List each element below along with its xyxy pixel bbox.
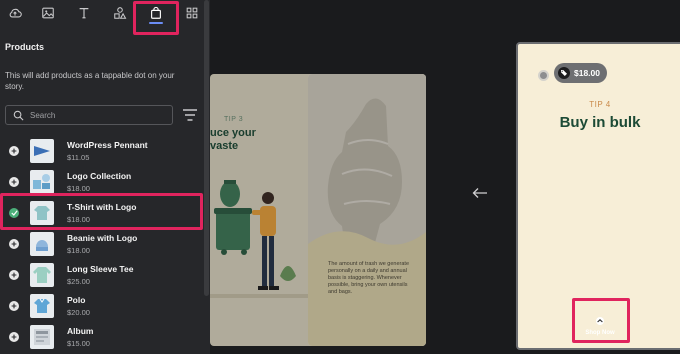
tab-media[interactable]	[33, 0, 63, 26]
add-product-icon[interactable]	[9, 146, 19, 156]
product-price: $15.00	[67, 339, 90, 348]
page-tip-label: TIP 4	[589, 100, 611, 109]
story-page-1[interactable]: TIP 3 uce your vaste	[210, 74, 317, 346]
tab-elements[interactable]	[177, 0, 207, 26]
shapes-icon	[114, 7, 127, 19]
sidebar: Products This will add products as a tap…	[0, 0, 210, 354]
product-name: WordPress Pennant	[67, 140, 148, 150]
sidebar-tabs	[0, 0, 210, 35]
product-thumbnail	[30, 294, 54, 318]
search-icon	[13, 110, 24, 120]
add-product-icon[interactable]	[9, 301, 19, 311]
product-price-tag[interactable]: $18.00	[554, 63, 607, 83]
product-item[interactable]: Album $15.00	[0, 322, 204, 353]
search-box	[5, 105, 173, 125]
grid-icon	[186, 7, 198, 19]
product-price: $11.05	[67, 153, 90, 162]
product-tap-dot[interactable]	[538, 70, 549, 81]
story-page-2[interactable]: The amount of trash we generate personal…	[308, 74, 426, 346]
sidebar-scrollbar[interactable]	[204, 0, 209, 296]
add-product-icon[interactable]	[9, 332, 19, 342]
product-thumbnail	[30, 170, 54, 194]
tab-text[interactable]	[69, 0, 99, 26]
add-product-icon[interactable]	[9, 270, 19, 280]
story-editor: Products This will add products as a tap…	[0, 0, 680, 354]
panel-description: This will add products as a tappable dot…	[5, 71, 175, 91]
product-item[interactable]: Beanie with Logo $18.00	[0, 229, 204, 260]
text-icon	[79, 8, 89, 19]
product-price: $20.00	[67, 308, 90, 317]
add-product-icon[interactable]	[9, 239, 19, 249]
product-name: Long Sleeve Tee	[67, 264, 134, 274]
product-price: $18.00	[67, 246, 90, 255]
price-tag-value: $18.00	[574, 68, 600, 78]
product-name: Beanie with Logo	[67, 233, 138, 243]
add-product-icon[interactable]	[9, 177, 19, 187]
previous-page-arrow-icon[interactable]	[472, 187, 488, 199]
tab-highlight-box	[133, 1, 179, 35]
panel-title: Products	[5, 42, 45, 52]
tab-shapes[interactable]	[105, 0, 135, 26]
product-thumbnail	[30, 232, 54, 256]
shop-now-highlight-box	[572, 298, 630, 343]
product-price: $18.00	[67, 184, 90, 193]
product-price: $25.00	[67, 277, 90, 286]
product-list: WordPress Pennant $11.05 Logo Collection…	[0, 136, 204, 353]
page-dim-overlay	[210, 74, 317, 346]
selected-product-highlight-box	[0, 193, 203, 230]
filter-sort-icon[interactable]	[182, 108, 198, 122]
price-tag-icon	[558, 67, 570, 79]
page-title: Buy in bulk	[559, 114, 641, 131]
product-item[interactable]: Polo $20.00	[0, 291, 204, 322]
cloud-upload-icon	[9, 8, 22, 18]
product-item[interactable]: WordPress Pennant $11.05	[0, 136, 204, 167]
tab-upload[interactable]	[0, 0, 30, 26]
product-item[interactable]: Long Sleeve Tee $25.00	[0, 260, 204, 291]
page-dim-overlay	[308, 74, 426, 346]
product-name: Polo	[67, 295, 86, 305]
product-thumbnail	[30, 139, 54, 163]
image-icon	[42, 7, 54, 19]
product-thumbnail	[30, 325, 54, 349]
search-input[interactable]	[30, 110, 170, 120]
product-name: Album	[67, 326, 94, 336]
product-thumbnail	[30, 263, 54, 287]
product-name: Logo Collection	[67, 171, 132, 181]
